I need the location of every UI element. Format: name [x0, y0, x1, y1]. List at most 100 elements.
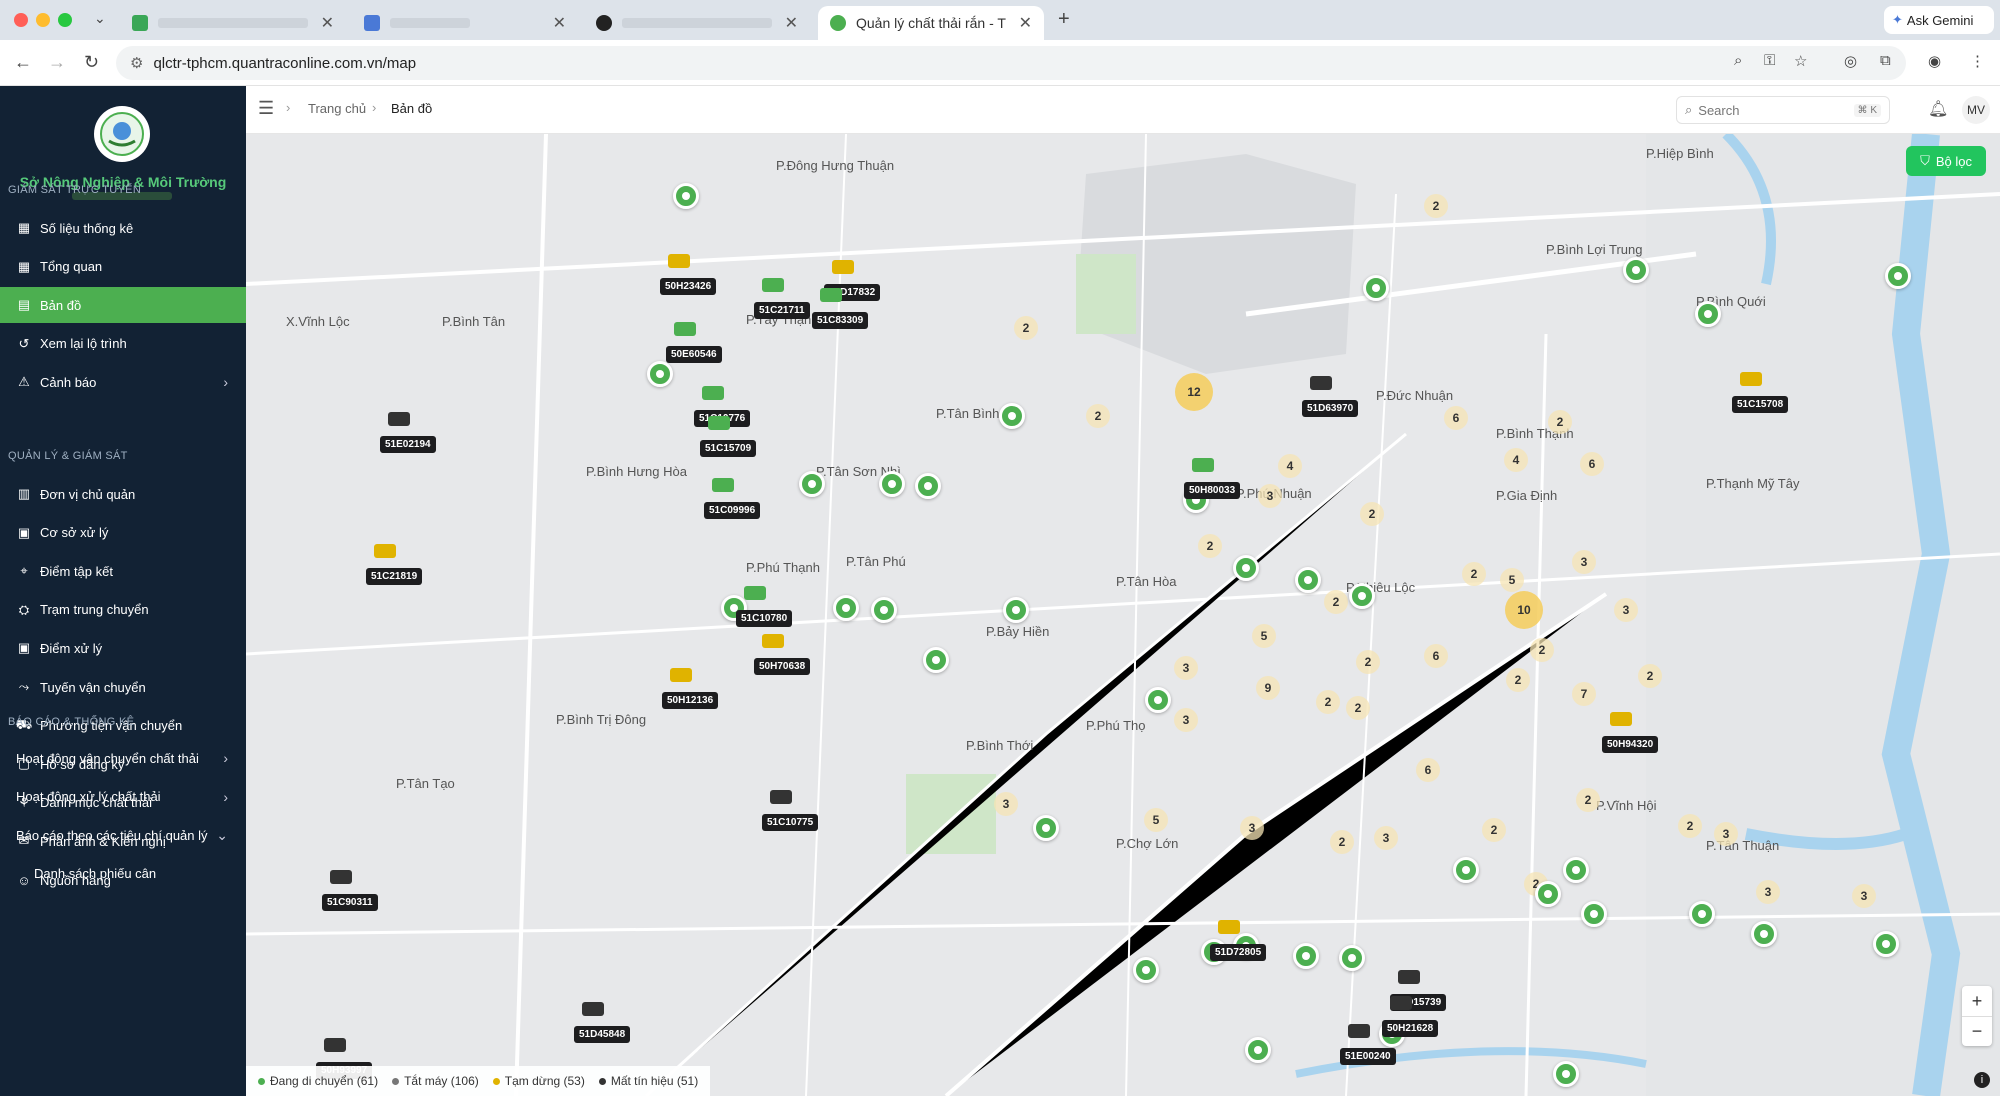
new-tab-button[interactable]: +	[1058, 8, 1070, 31]
sidebar-item-xem-l-i-l-tr-nh[interactable]: ↺ Xem lại lộ trình	[0, 326, 246, 362]
sidebar-item-ho-t-ng-x-l-ch-t-th-i[interactable]: Hoạt động xử lý chất thải ›	[0, 779, 246, 815]
truck-icon[interactable]	[1740, 372, 1762, 386]
map-cluster-marker[interactable]: 4	[1278, 454, 1302, 478]
map-canvas[interactable]: P.Đông Hưng Thuận P.Hiệp Bình P.Bình Lợi T…	[246, 134, 2000, 1096]
map-cluster-marker[interactable]: 3	[994, 792, 1018, 816]
site-info-icon[interactable]: ⚙	[130, 54, 143, 72]
tab-close-icon[interactable]: ✕	[553, 13, 566, 33]
sidebar-item-b-n-[interactable]: ▤ Bản đồ	[0, 287, 246, 324]
zoom-icon[interactable]: ⌕	[1734, 52, 1742, 69]
forward-icon[interactable]: →	[48, 52, 66, 73]
sidebar-item-ho-t-ng-v-n-chuy-n-ch-t-th-i[interactable]: Hoạt động vận chuyển chất thải ›	[0, 740, 246, 776]
collection-point-pin[interactable]	[923, 647, 949, 673]
collection-point-pin[interactable]	[1553, 1061, 1579, 1087]
sidebar-item--i-m-t-p-k-t[interactable]: ⌖ Điểm tập kết	[0, 553, 246, 589]
tab-close-icon[interactable]: ✕	[785, 13, 798, 33]
legend-item[interactable]: Tắt máy (106)	[392, 1074, 479, 1088]
profile-icon[interactable]: ◉	[1928, 52, 1941, 70]
collection-point-pin[interactable]	[833, 595, 859, 621]
vehicle-plate-label[interactable]: 50H70638	[754, 658, 811, 675]
truck-icon[interactable]	[388, 412, 410, 426]
map-cluster-marker[interactable]: 2	[1086, 404, 1110, 428]
collection-point-pin[interactable]	[673, 183, 699, 209]
url-field[interactable]: ⚙ qlctr-tphcm.quantraconline.com.vn/map	[116, 46, 1906, 80]
collection-point-pin[interactable]	[647, 361, 673, 387]
collection-point-pin[interactable]	[1133, 957, 1159, 983]
collection-point-pin[interactable]	[1581, 901, 1607, 927]
map-cluster-marker[interactable]: 2	[1198, 534, 1222, 558]
collection-point-pin[interactable]	[879, 471, 905, 497]
map-cluster-marker[interactable]: 2	[1530, 638, 1554, 662]
map-cluster-marker[interactable]: 2	[1576, 788, 1600, 812]
map-cluster-marker[interactable]: 2	[1316, 690, 1340, 714]
map-cluster-marker[interactable]: 10	[1505, 591, 1543, 629]
map-cluster-marker[interactable]: 2	[1014, 316, 1038, 340]
map-cluster-marker[interactable]: 4	[1504, 448, 1528, 472]
vehicle-plate-label[interactable]: 51C09996	[704, 502, 761, 519]
truck-icon[interactable]	[1192, 458, 1214, 472]
tab-close-icon[interactable]: ✕	[1019, 13, 1032, 33]
map-cluster-marker[interactable]: 2	[1548, 410, 1572, 434]
sidebar-item--n-v-ch-qu-n[interactable]: ▥ Đơn vị chủ quản	[0, 476, 246, 512]
map-cluster-marker[interactable]: 2	[1346, 696, 1370, 720]
sidebar-item-tr-m-trung-chuy-n[interactable]: ⛭ Trạm trung chuyển	[0, 592, 246, 628]
truck-icon[interactable]	[324, 1038, 346, 1052]
map-cluster-marker[interactable]: 3	[1374, 826, 1398, 850]
map-cluster-marker[interactable]: 3	[1572, 550, 1596, 574]
map-cluster-marker[interactable]: 6	[1416, 758, 1440, 782]
truck-icon[interactable]	[330, 870, 352, 884]
map-cluster-marker[interactable]: 5	[1500, 568, 1524, 592]
truck-icon[interactable]	[1310, 376, 1332, 390]
map-cluster-marker[interactable]: 2	[1678, 814, 1702, 838]
truck-icon[interactable]	[668, 254, 690, 268]
zoom-out-button[interactable]: −	[1962, 1016, 1992, 1046]
collection-point-pin[interactable]	[1363, 275, 1389, 301]
browser-tab-1[interactable]: ✕	[120, 6, 346, 40]
truck-icon[interactable]	[1610, 712, 1632, 726]
map-cluster-marker[interactable]: 2	[1360, 502, 1384, 526]
sidebar-item-tuy-n-v-n-chuy-n[interactable]: ⤳ Tuyến vận chuyển	[0, 669, 246, 705]
vehicle-plate-label[interactable]: 51D45848	[574, 1026, 631, 1043]
map-cluster-marker[interactable]: 2	[1462, 562, 1486, 586]
map-cluster-marker[interactable]: 2	[1330, 830, 1354, 854]
close-window-button[interactable]	[14, 13, 28, 27]
sidebar-item-c-s-x-l-[interactable]: ▣ Cơ sở xử lý	[0, 515, 246, 551]
map-cluster-marker[interactable]: 3	[1714, 822, 1738, 846]
truck-icon[interactable]	[374, 544, 396, 558]
vehicle-plate-label[interactable]: 51C21711	[754, 302, 810, 319]
vehicle-plate-label[interactable]: 50E60546	[666, 346, 722, 363]
truck-icon[interactable]	[820, 288, 842, 302]
bell-icon[interactable]: 🔔︎	[1928, 99, 1948, 119]
vehicle-plate-label[interactable]: 50H21628	[1382, 1020, 1439, 1037]
vehicle-plate-label[interactable]: 51C83309	[812, 312, 869, 329]
info-icon[interactable]: i	[1974, 1072, 1990, 1088]
map-cluster-marker[interactable]: 5	[1144, 808, 1168, 832]
map-cluster-marker[interactable]: 6	[1580, 452, 1604, 476]
collection-point-pin[interactable]	[1873, 931, 1899, 957]
back-icon[interactable]: ←	[14, 52, 32, 73]
sidebar-item-b-o-c-o-theo-c-c-ti-u-ch-qu-n-l-[interactable]: Báo cáo theo các tiêu chí quản lý ⌄	[0, 817, 246, 853]
sidebar-item--i-m-x-l-[interactable]: ▣ Điểm xử lý	[0, 630, 246, 666]
map-cluster-marker[interactable]: 2	[1424, 194, 1448, 218]
map-cluster-marker[interactable]: 2	[1506, 668, 1530, 692]
collection-point-pin[interactable]	[1535, 881, 1561, 907]
map-cluster-marker[interactable]: 3	[1174, 708, 1198, 732]
browser-tab-3[interactable]: ✕	[584, 6, 810, 40]
breadcrumb-home[interactable]: Trang chủ	[308, 101, 366, 116]
collection-point-pin[interactable]	[1033, 815, 1059, 841]
truck-icon[interactable]	[712, 478, 734, 492]
collection-point-pin[interactable]	[1751, 921, 1777, 947]
vehicle-plate-label[interactable]: 51C21819	[366, 568, 423, 585]
sidebar-item-danh-s-ch-phi-u-c-n[interactable]: Danh sách phiếu cân	[0, 856, 246, 892]
vehicle-plate-label[interactable]: 51E02194	[380, 436, 436, 453]
map-cluster-marker[interactable]: 9	[1256, 676, 1280, 700]
collection-point-pin[interactable]	[1339, 945, 1365, 971]
tab-close-icon[interactable]: ✕	[321, 13, 334, 33]
vehicle-plate-label[interactable]: 50H23426	[660, 278, 717, 295]
zoom-in-button[interactable]: +	[1962, 986, 1992, 1016]
map-cluster-marker[interactable]: 3	[1756, 880, 1780, 904]
reload-icon[interactable]: ↻	[84, 52, 99, 73]
collection-point-pin[interactable]	[1245, 1037, 1271, 1063]
vehicle-plate-label[interactable]: 51C15709	[700, 440, 757, 457]
sidebar-item-s-li-u-th-ng-k-[interactable]: ▦ Số liệu thống kê	[0, 210, 246, 246]
